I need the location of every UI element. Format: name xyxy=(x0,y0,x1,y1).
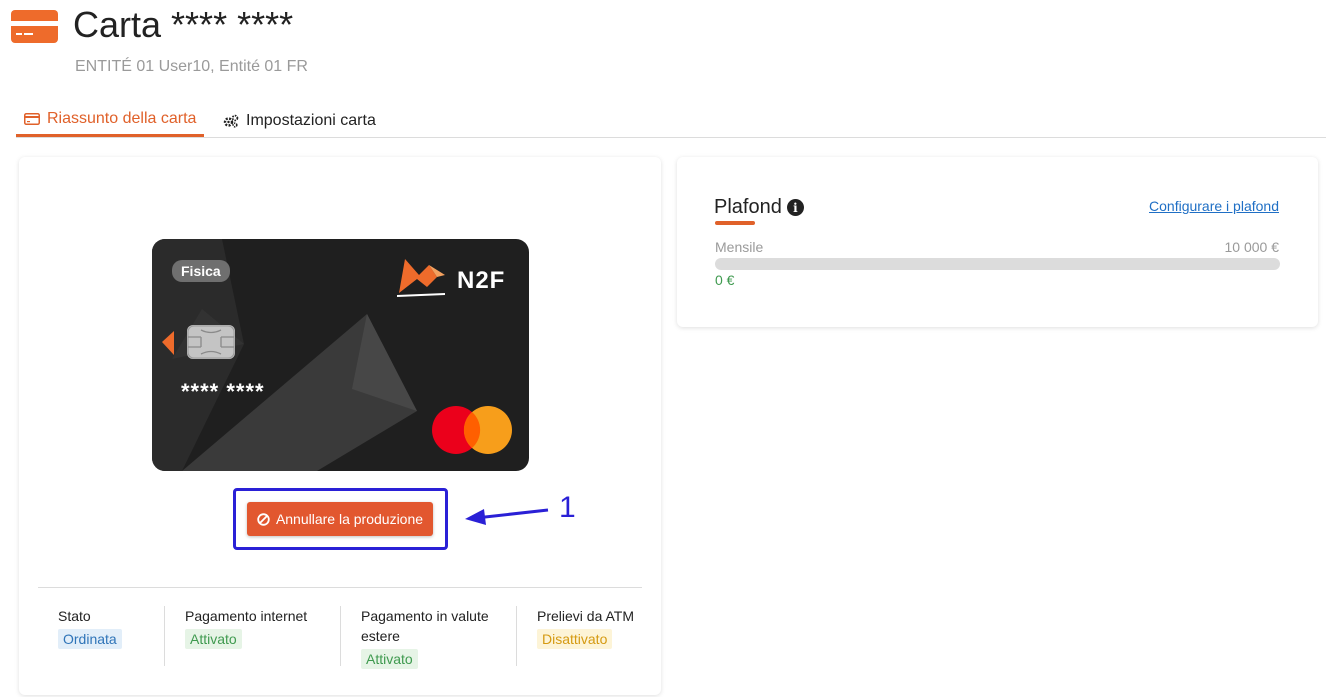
annotation-number: 1 xyxy=(559,491,576,524)
limits-title: Plafond i xyxy=(714,196,804,219)
tab-label: Riassunto della carta xyxy=(47,110,197,127)
credit-card-icon xyxy=(24,113,40,125)
mastercard-logo xyxy=(432,406,512,454)
cancel-production-label: Annullare la produzione xyxy=(275,511,424,527)
ban-icon xyxy=(257,512,270,526)
spent-amount: 0 € xyxy=(715,272,735,288)
title-underline xyxy=(715,221,755,225)
tab-card-summary[interactable]: Riassunto della carta xyxy=(16,104,204,137)
status-badge: Attivato xyxy=(361,649,418,669)
chip-icon xyxy=(187,325,235,359)
status-label: Pagamento internet xyxy=(185,608,308,624)
column-separator xyxy=(516,606,517,666)
cancel-production-button[interactable]: Annullare la produzione xyxy=(247,502,433,536)
status-item-atm-withdrawal: Prelievi da ATM Disattivato xyxy=(537,606,634,649)
column-separator xyxy=(340,606,341,666)
brand-name: N2F xyxy=(457,267,506,294)
status-label: Pagamento in valute estere xyxy=(361,608,489,644)
card-number: **** **** xyxy=(181,379,265,404)
status-label: Prelievi da ATM xyxy=(537,608,634,624)
status-badge: Disattivato xyxy=(537,629,613,649)
status-badge: Attivato xyxy=(185,629,242,649)
tab-label: Impostazioni carta xyxy=(246,111,376,129)
limits-title-text: Plafond xyxy=(714,196,782,218)
card-summary-panel: Fisica **** **** N2F Annullare la produz… xyxy=(19,157,661,695)
status-item-internet-payment: Pagamento internet Attivato xyxy=(185,606,307,649)
n2f-logo-icon xyxy=(397,259,445,297)
gears-icon xyxy=(223,114,239,128)
limits-panel: Plafond i Configurare i plafond Mensile … xyxy=(677,157,1318,327)
configure-limits-link[interactable]: Configurare i plafond xyxy=(1149,198,1279,214)
tab-card-settings[interactable]: Impostazioni carta xyxy=(222,104,376,137)
info-icon[interactable]: i xyxy=(786,199,804,216)
status-item-state: Stato Ordinata xyxy=(58,606,122,649)
credit-card-icon xyxy=(11,10,58,43)
column-separator xyxy=(164,606,165,666)
card-type-badge: Fisica xyxy=(172,260,230,282)
page-title: Carta **** **** xyxy=(73,4,294,45)
limit-amount: 10 000 € xyxy=(1224,239,1280,255)
limit-progress-bar xyxy=(715,258,1280,270)
status-label: Stato xyxy=(58,608,91,624)
divider xyxy=(38,587,642,588)
tab-bar: Riassunto della carta Impostazioni carta xyxy=(16,104,1326,138)
payment-card: Fisica **** **** N2F xyxy=(152,239,529,471)
page-subtitle: ENTITÉ 01 User10, Entité 01 FR xyxy=(75,58,308,75)
status-item-foreign-currency: Pagamento in valute estere Attivato xyxy=(361,606,501,669)
annotation-arrow-icon xyxy=(465,508,549,525)
period-label: Mensile xyxy=(715,239,764,255)
status-badge: Ordinata xyxy=(58,629,122,649)
